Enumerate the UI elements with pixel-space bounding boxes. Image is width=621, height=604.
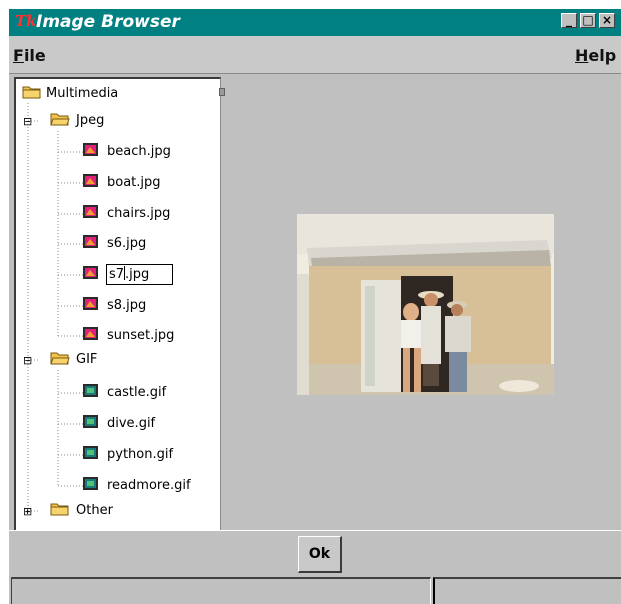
tree-node-label: s6.jpg — [107, 236, 147, 251]
tree-folder-jpeg[interactable]: Jpeg — [50, 111, 104, 131]
tree-file-sunset[interactable]: sunset.jpg — [82, 326, 174, 346]
tree-root-multimedia[interactable]: Multimedia — [22, 84, 118, 104]
tree-folder-other[interactable]: Other — [50, 501, 113, 521]
folder-icon — [22, 84, 42, 104]
image-preview — [297, 214, 554, 395]
tree-file-chairs[interactable]: chairs.jpg — [82, 204, 170, 224]
jpeg-file-icon — [82, 265, 100, 285]
tree-node-label: dive.gif — [107, 416, 156, 431]
minimize-button[interactable]: _ — [561, 13, 577, 28]
tree-node-label: GIF — [76, 352, 98, 367]
tree-file-castle[interactable]: castle.gif — [82, 383, 166, 403]
expander-other[interactable]: ⊞ — [23, 501, 33, 521]
menu-help[interactable]: Help — [575, 47, 616, 65]
status-bar-right — [433, 577, 621, 604]
gif-file-icon — [82, 445, 100, 465]
ok-button[interactable]: Ok — [298, 536, 342, 573]
gif-file-icon — [82, 476, 100, 496]
menu-file-label: ile — [23, 46, 46, 65]
tree-node-label: chairs.jpg — [107, 206, 171, 221]
tree-node-label: readmore.gif — [107, 478, 191, 493]
rename-input-text-after-caret: .jpg — [125, 267, 150, 282]
window-title: Image Browser — [36, 12, 180, 32]
rename-input[interactable]: s7.jpg — [106, 264, 173, 285]
jpeg-file-icon — [82, 326, 100, 346]
folder-icon — [50, 501, 70, 521]
tree-node-label: Jpeg — [76, 113, 105, 128]
tree-file-s6[interactable]: s6.jpg — [82, 234, 146, 254]
tree-node-label: sunset.jpg — [107, 328, 175, 343]
pane-resize-handle[interactable] — [219, 88, 225, 96]
folder-open-icon — [50, 111, 70, 131]
tree-node-label: beach.jpg — [107, 144, 171, 159]
tree-file-dive[interactable]: dive.gif — [82, 414, 155, 434]
tree-node-label: Multimedia — [46, 86, 119, 101]
image-browser-window: Tk Image Browser _ □ × File Help Multime… — [9, 9, 621, 604]
tree-file-boat[interactable]: boat.jpg — [82, 173, 161, 193]
tree-node-label: Other — [76, 503, 113, 518]
file-tree-panel[interactable]: Multimedia ⊟ Jpeg beach.jpg boat.jpg cha… — [14, 77, 221, 532]
jpeg-file-icon — [82, 234, 100, 254]
folder-open-icon — [50, 350, 70, 370]
tree-node-label: castle.gif — [107, 385, 167, 400]
tree-file-readmore[interactable]: readmore.gif — [82, 476, 191, 496]
tree-node-label: python.gif — [107, 447, 174, 462]
tree-file-s7[interactable] — [82, 265, 100, 285]
maximize-button[interactable]: □ — [580, 13, 596, 28]
jpeg-file-icon — [82, 296, 100, 316]
menu-help-label: elp — [588, 46, 617, 65]
close-button[interactable]: × — [599, 13, 615, 28]
menu-file[interactable]: File — [13, 47, 46, 65]
app-logo-icon: Tk — [15, 12, 37, 30]
status-bar-left — [11, 577, 431, 604]
expander-jpeg[interactable]: ⊟ — [23, 111, 33, 131]
jpeg-file-icon — [82, 142, 100, 162]
menu-help-mnemonic: H — [575, 46, 589, 65]
tree-folder-gif[interactable]: GIF — [50, 350, 97, 370]
tree-file-s8[interactable]: s8.jpg — [82, 296, 146, 316]
menu-bar: File Help — [9, 36, 621, 74]
title-bar[interactable]: Tk Image Browser _ □ × — [9, 9, 621, 36]
jpeg-file-icon — [82, 173, 100, 193]
tree-file-python[interactable]: python.gif — [82, 445, 173, 465]
menu-file-mnemonic: F — [13, 46, 24, 65]
expander-gif[interactable]: ⊟ — [23, 350, 33, 370]
tree-file-beach[interactable]: beach.jpg — [82, 142, 171, 162]
gif-file-icon — [82, 383, 100, 403]
tree-node-label: s8.jpg — [107, 298, 147, 313]
tree-node-label: boat.jpg — [107, 175, 161, 190]
jpeg-file-icon — [82, 204, 100, 224]
rename-input-text-before-caret: s7 — [109, 267, 125, 282]
gif-file-icon — [82, 414, 100, 434]
